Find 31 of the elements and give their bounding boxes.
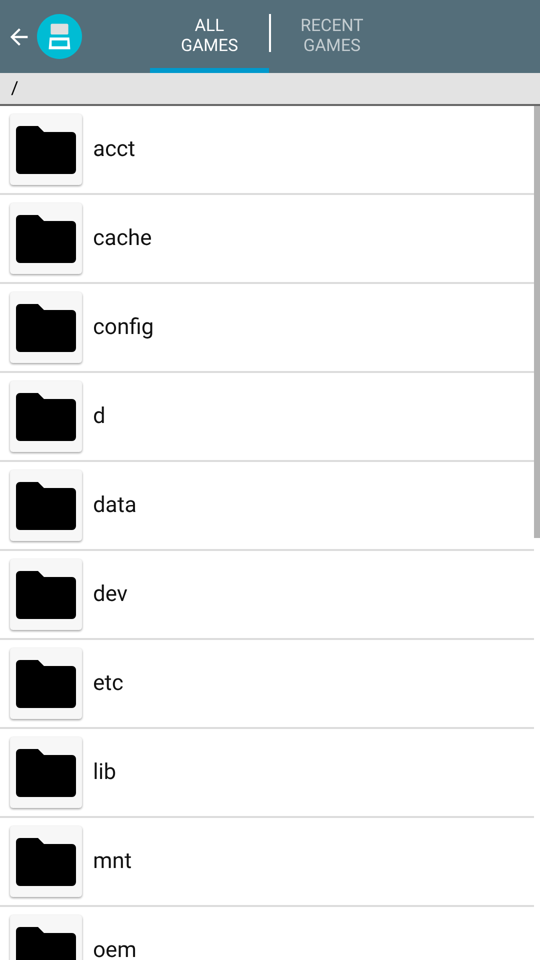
app-logo-icon [36,13,83,60]
folder-row[interactable]: acct [0,106,534,195]
folder-name: oem [93,937,137,960]
folder-icon [10,114,82,185]
folder-icon [10,470,82,541]
folder-name: d [93,403,106,431]
folder-row[interactable]: oem [0,907,534,960]
folder-icon [10,292,82,363]
folder-name: dev [93,581,128,609]
folder-name: config [93,314,154,342]
path-text: / [11,77,18,101]
folder-row[interactable]: dev [0,551,534,640]
folder-name: etc [93,670,124,698]
folder-row[interactable]: mnt [0,818,534,907]
folder-icon [10,648,82,719]
folder-name: acct [93,136,136,164]
folder-name: data [93,492,137,520]
folder-row[interactable]: etc [0,640,534,729]
folder-icon [10,737,82,808]
folder-icon [10,381,82,452]
folder-row[interactable]: config [0,284,534,373]
folder-name: cache [93,225,152,253]
folder-name: mnt [93,848,132,876]
folder-icon [10,559,82,630]
folder-icon [10,826,82,897]
folder-row[interactable]: cache [0,195,534,284]
folder-name: lib [93,759,116,787]
folder-icon [10,203,82,274]
folder-row[interactable]: d [0,373,534,462]
folder-row[interactable]: data [0,462,534,551]
folder-row[interactable]: lib [0,729,534,818]
